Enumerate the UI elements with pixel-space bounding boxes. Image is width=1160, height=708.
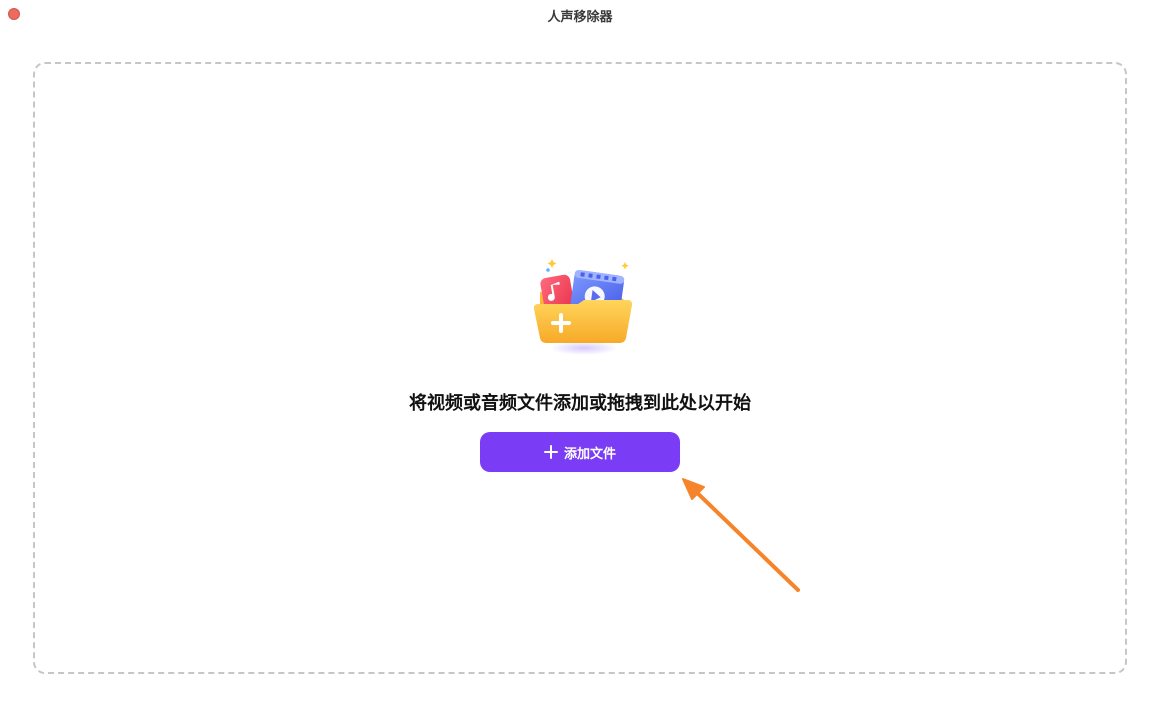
add-file-button[interactable]: 添加文件 xyxy=(480,432,680,472)
app-window: 人声移除器 将视频或音频文件添加或拖拽到此处以开始 添加文件 xyxy=(0,0,1160,708)
drop-prompt: 将视频或音频文件添加或拖拽到此处以开始 xyxy=(409,393,751,414)
window-title: 人声移除器 xyxy=(547,10,613,25)
add-file-button-label: 添加文件 xyxy=(563,446,616,462)
plus-icon xyxy=(543,445,558,459)
annotation-arrow-icon xyxy=(682,478,800,592)
media-folder-icon xyxy=(533,259,633,355)
drop-zone[interactable] xyxy=(33,62,1127,674)
title-bar: 人声移除器 xyxy=(0,0,1160,28)
